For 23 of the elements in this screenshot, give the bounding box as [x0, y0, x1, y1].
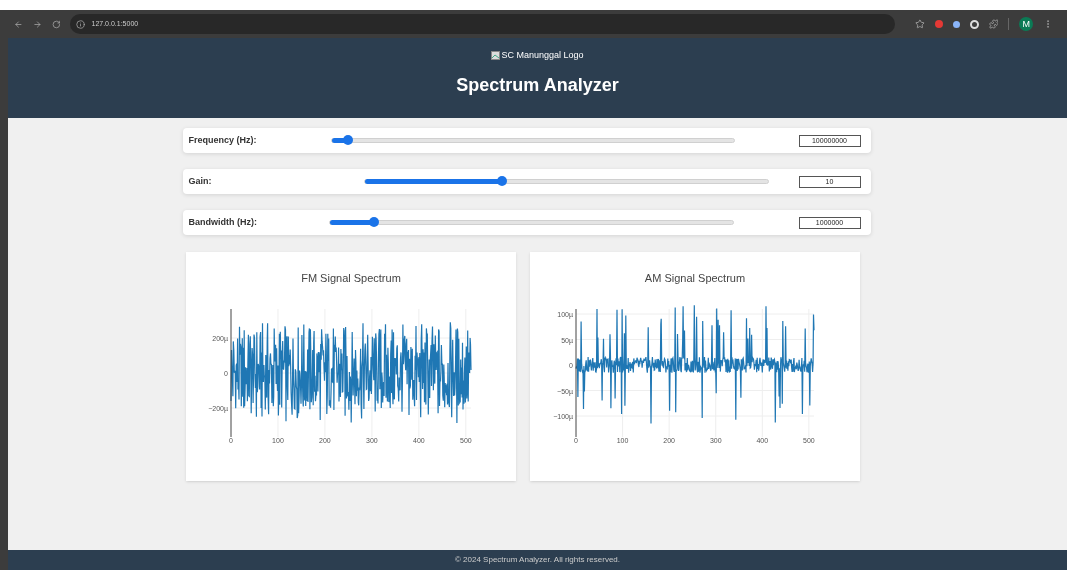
- slider-track[interactable]: [328, 220, 734, 225]
- info-icon[interactable]: [76, 19, 86, 29]
- bookmark-star-icon[interactable]: [915, 19, 925, 29]
- slider-thumb[interactable]: [342, 135, 353, 145]
- slider-track[interactable]: [363, 179, 769, 184]
- chart-title: AM Signal Spectrum: [644, 271, 746, 286]
- slider-thumb[interactable]: [496, 176, 507, 186]
- control-label: Frequency (Hz):: [188, 133, 258, 147]
- slider-thumb[interactable]: [368, 217, 379, 227]
- profile-avatar[interactable]: M: [1019, 17, 1034, 31]
- page-title: Spectrum Analyzer: [456, 73, 619, 97]
- chart-title: FM Signal Spectrum: [301, 271, 401, 286]
- broken-image-icon: [491, 51, 501, 61]
- control-label: Bandwidth (Hz):: [188, 215, 258, 229]
- reload-icon[interactable]: [51, 19, 61, 29]
- forward-icon[interactable]: [32, 19, 42, 29]
- extension-icon[interactable]: [952, 20, 960, 28]
- control-label: Gain:: [188, 174, 213, 188]
- extensions-icon[interactable]: [988, 19, 999, 29]
- back-icon[interactable]: [14, 19, 23, 29]
- slider-track[interactable]: [330, 138, 735, 143]
- logo-alt-text: SC Manunggal Logo: [501, 49, 584, 62]
- footer-text: © 2024 Spectrum Analyzer. All rights reserved.: [454, 554, 621, 566]
